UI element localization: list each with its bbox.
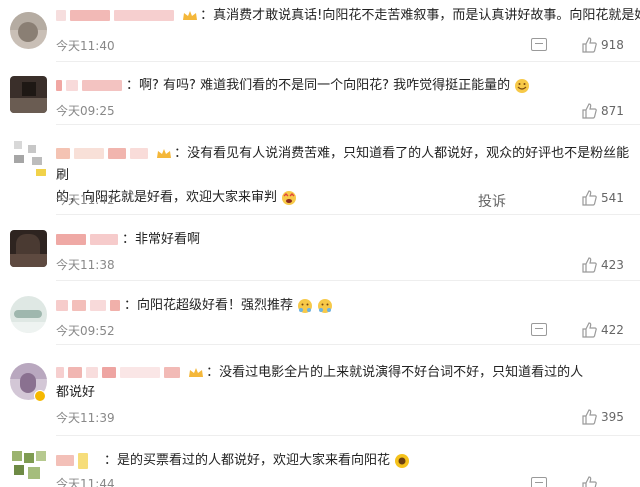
avatar[interactable] [10, 139, 47, 176]
thumbs-up-icon[interactable] [581, 37, 597, 53]
comment-bubble-icon[interactable] [531, 38, 547, 51]
divider [56, 280, 640, 281]
comment-line: ：没看过电影全片的上来就说演得不好台词不好，只知道看过的人 都说好 [56, 365, 584, 400]
thumbs-up-icon[interactable] [581, 476, 597, 487]
comment-time: 今天11:40 [56, 39, 115, 53]
thumbs-up-icon[interactable] [581, 103, 597, 119]
hugging-emoji-icon [298, 298, 313, 313]
thumbs-up-icon[interactable] [581, 322, 597, 338]
comment-item: ：啊? 有吗? 难道我们看的不是同一个向阳花? 我咋觉得挺正能量的 今天09:2… [0, 62, 640, 125]
username-mosaic[interactable] [56, 300, 68, 311]
comment-item: ：是的买票看过的人都说好，欢迎大家来看向阳花 今天11:44 [0, 437, 640, 487]
avatar[interactable] [10, 12, 47, 49]
crown-vip-icon [189, 367, 204, 377]
comment-text: 没看过电影全片的上来就说演得不好台词不好，只知道看过的人 [219, 365, 584, 380]
username-mosaic[interactable] [56, 234, 86, 245]
like-count: 918 [601, 38, 624, 52]
report-button[interactable]: 投诉 [478, 191, 506, 211]
comment-text: 真消费才敢说真话!向阳花不走苦难叙事，而是认真讲好故事。向阳花就是好看 [213, 8, 640, 23]
avatar[interactable] [10, 449, 47, 486]
comment-bubble-icon[interactable] [531, 477, 547, 487]
thumbs-up-icon[interactable] [581, 409, 597, 425]
comment-time: 今天11:44 [56, 477, 115, 487]
comment-item: ：向阳花超级好看！强烈推荐 今天09:52 422 [0, 282, 640, 345]
like-count: 541 [601, 191, 624, 205]
star-struck-emoji-icon [282, 190, 297, 205]
username-mosaic[interactable] [56, 148, 70, 159]
thumbs-up-icon[interactable] [581, 190, 597, 206]
verified-badge [34, 390, 46, 402]
divider [56, 435, 640, 436]
avatar[interactable] [10, 296, 47, 333]
crown-vip-icon [183, 10, 198, 20]
sunflower-icon [395, 453, 410, 468]
comment-item: ：没有看见有人说消费苦难，只知道看了的人都说好，观众的好评也不是粉丝能刷 的，向… [0, 125, 640, 215]
comment-line: ：没有看见有人说消费苦难，只知道看了的人都说好，观众的好评也不是粉丝能刷 的，向… [56, 146, 630, 205]
comment-line: ：啊? 有吗? 难道我们看的不是同一个向阳花? 我咋觉得挺正能量的 [56, 76, 631, 95]
like-count: 423 [601, 258, 624, 272]
comment-bubble-icon[interactable] [531, 323, 547, 336]
comment-text: 向阳花超级好看！强烈推荐 [137, 298, 294, 313]
comment-time: 今天09:25 [56, 104, 115, 118]
avatar[interactable] [10, 230, 47, 267]
comment-text: 啊? 有吗? 难道我们看的不是同一个向阳花? 我咋觉得挺正能量的 [139, 78, 511, 93]
grinning-emoji-icon [515, 78, 530, 93]
divider [56, 214, 640, 215]
like-count: 395 [601, 410, 624, 424]
comment-line: ：向阳花超级好看！强烈推荐 [56, 296, 631, 315]
comment-text: 都说好 [56, 385, 96, 400]
username-mosaic[interactable] [56, 10, 66, 21]
comment-time: 今天11:42 [56, 193, 115, 207]
like-count: 871 [601, 104, 624, 118]
comment-line: ：非常好看啊 [56, 230, 631, 249]
like-count: 422 [601, 323, 624, 337]
comment-item: ：非常好看啊 今天11:38 423 [0, 216, 640, 281]
hugging-emoji-icon [318, 298, 333, 313]
comment-text: 非常好看啊 [135, 232, 201, 247]
comment-item: ：没看过电影全片的上来就说演得不好台词不好，只知道看过的人 都说好 今天11:3… [0, 345, 640, 436]
avatar[interactable] [10, 76, 47, 113]
comment-item: ：真消费才敢说真话!向阳花不走苦难叙事，而是认真讲好故事。向阳花就是好看 今天1… [0, 0, 640, 62]
comment-time: 今天11:39 [56, 411, 115, 425]
username-mosaic[interactable] [56, 80, 62, 91]
comment-text: 是的买票看过的人都说好，欢迎大家来看向阳花 [117, 453, 391, 468]
comment-time: 今天11:38 [56, 258, 115, 272]
username-mosaic[interactable] [56, 455, 74, 466]
thumbs-up-icon[interactable] [581, 257, 597, 273]
username-mosaic[interactable] [56, 367, 64, 378]
comment-time: 今天09:52 [56, 324, 115, 338]
crown-vip-icon [157, 148, 172, 158]
comment-line: ：真消费才敢说真话!向阳花不走苦难叙事，而是认真讲好故事。向阳花就是好看 [56, 6, 640, 25]
comment-line: ：是的买票看过的人都说好，欢迎大家来看向阳花 [56, 451, 631, 470]
